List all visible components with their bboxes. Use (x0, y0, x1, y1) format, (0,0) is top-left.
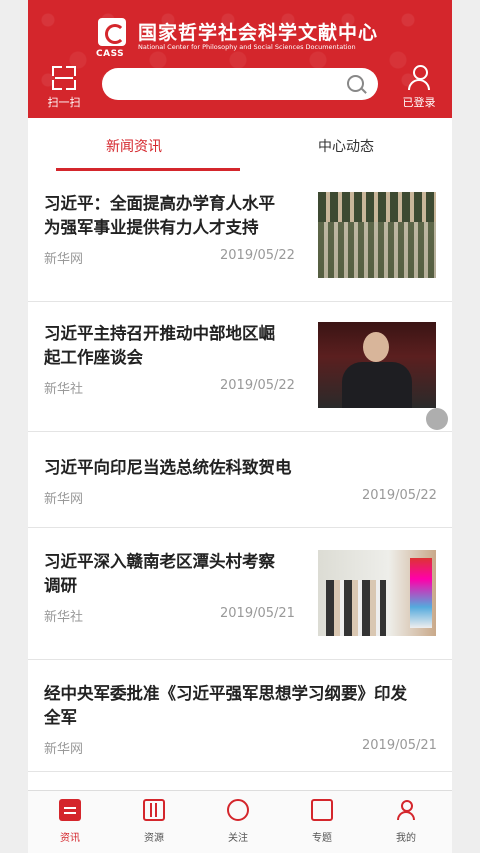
app-title: 国家哲学社会科学文献中心 (138, 22, 379, 44)
scan-button[interactable]: 扫一扫 (42, 66, 86, 114)
news-title-line: 习近平深入赣南老区潭头村考察 (44, 552, 275, 571)
news-item[interactable]: 习近平深入赣南老区潭头村考察 调研 新华社 2019/05/21 (28, 528, 452, 660)
nav-topics[interactable]: 专题 (280, 799, 364, 844)
news-title[interactable]: 经中央军委批准《习近平强军思想学习纲要》印发 全军 (44, 682, 407, 730)
topic-icon (311, 799, 333, 821)
news-title-line: 经中央军委批准《习近平强军思想学习纲要》印发 (44, 684, 407, 703)
cass-logo-icon (98, 18, 126, 46)
nav-mine[interactable]: 我的 (364, 799, 448, 844)
news-date: 2019/05/21 (362, 738, 437, 753)
news-title[interactable]: 习近平：全面提高办学育人水平 为强军事业提供有力人才支持 (44, 192, 275, 240)
tab-bar: 新闻资讯 中心动态 (28, 118, 452, 172)
news-item[interactable]: 习近平主持召开推动中部地区崛 起工作座谈会 新华社 2019/05/22 (28, 302, 452, 432)
logo-abbreviation: CASS (96, 49, 125, 59)
news-item[interactable]: 习近平：全面提高办学育人水平 为强军事业提供有力人才支持 新华网 2019/05… (28, 172, 452, 302)
search-input[interactable] (102, 68, 378, 100)
news-date: 2019/05/22 (220, 248, 295, 263)
news-title-line: 调研 (44, 576, 77, 595)
follow-icon (227, 799, 249, 821)
news-source: 新华网 (44, 252, 84, 267)
app-screen: CASS 国家哲学社会科学文献中心 National Center for Ph… (28, 0, 452, 853)
bottom-navigation: 资讯 资源 关注 专题 我的 (28, 790, 452, 853)
app-subtitle: National Center for Philosophy and Socia… (138, 43, 356, 51)
news-title-line: 为强军事业提供有力人才支持 (44, 218, 259, 237)
nav-follow[interactable]: 关注 (196, 799, 280, 844)
nav-label: 关注 (228, 833, 248, 844)
nav-label: 专题 (312, 833, 332, 844)
app-header: CASS 国家哲学社会科学文献中心 National Center for Ph… (28, 0, 452, 118)
news-thumbnail[interactable] (318, 322, 436, 408)
scroll-indicator[interactable] (426, 408, 448, 430)
news-title[interactable]: 习近平主持召开推动中部地区崛 起工作座谈会 (44, 322, 275, 370)
user-icon (406, 64, 432, 90)
news-date: 2019/05/21 (220, 606, 295, 621)
nav-label: 资源 (144, 833, 164, 844)
nav-label: 资讯 (60, 833, 80, 844)
nav-resources[interactable]: 资源 (112, 799, 196, 844)
tab-center-updates[interactable]: 中心动态 (240, 136, 452, 156)
active-tab-indicator (56, 168, 240, 171)
account-button[interactable]: 已登录 (394, 64, 444, 114)
news-item[interactable]: 经中央军委批准《习近平强军思想学习纲要》印发 全军 新华网 2019/05/21 (28, 660, 452, 772)
news-icon (59, 799, 81, 821)
nav-news[interactable]: 资讯 (28, 799, 112, 844)
news-title-line: 习近平主持召开推动中部地区崛 (44, 324, 275, 343)
news-source: 新华社 (44, 382, 84, 397)
scan-label: 扫一扫 (47, 96, 81, 109)
tab-news[interactable]: 新闻资讯 (28, 136, 240, 156)
news-title-line: 起工作座谈会 (44, 348, 143, 367)
login-status-label: 已登录 (402, 96, 436, 109)
news-source: 新华社 (44, 610, 84, 625)
news-title[interactable]: 习近平深入赣南老区潭头村考察 调研 (44, 550, 275, 598)
scan-icon (52, 66, 76, 90)
user-icon (395, 799, 417, 821)
news-date: 2019/05/22 (220, 378, 295, 393)
news-item[interactable]: 习近平向印尼当选总统佐科致贺电 新华网 2019/05/22 (28, 432, 452, 528)
news-thumbnail[interactable] (318, 550, 436, 636)
news-title-line: 习近平：全面提高办学育人水平 (44, 194, 275, 213)
news-thumbnail[interactable] (318, 192, 436, 278)
news-date: 2019/05/22 (362, 488, 437, 503)
news-title-line: 全军 (44, 708, 77, 727)
search-icon[interactable] (347, 75, 364, 92)
news-source: 新华网 (44, 742, 84, 757)
news-title[interactable]: 习近平向印尼当选总统佐科致贺电 (44, 456, 292, 480)
news-source: 新华网 (44, 492, 84, 507)
resource-icon (143, 799, 165, 821)
nav-label: 我的 (396, 833, 416, 844)
